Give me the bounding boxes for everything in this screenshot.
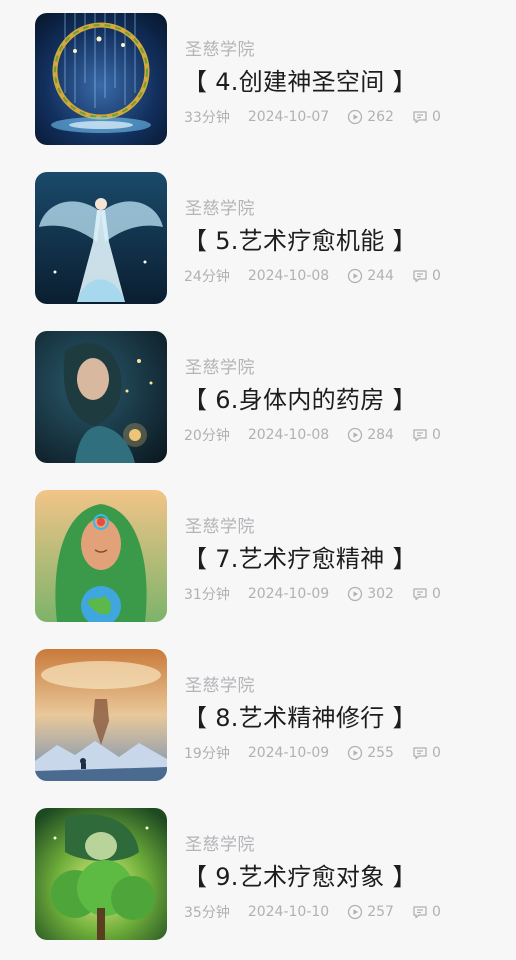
course-list: 圣慈学院 【 4.创建神圣空间 】 33分钟 2024-10-07 262 0 xyxy=(0,0,516,960)
publish-date: 2024-10-08 xyxy=(247,427,330,443)
course-title[interactable]: 【 6.身体内的药房 】 xyxy=(183,380,417,415)
dancing-woman-wings-image xyxy=(35,172,167,304)
comment-count: 0 xyxy=(431,904,441,920)
duration: 33分钟 xyxy=(184,110,230,126)
course-title[interactable]: 【 8.艺术精神修行 】 xyxy=(183,698,417,733)
comment-icon xyxy=(412,904,428,920)
view-count: 255 xyxy=(367,745,394,761)
course-item[interactable]: 圣慈学院 【 6.身体内的药房 】 20分钟 2024-10-08 284 0 xyxy=(0,319,516,478)
play-circle-icon xyxy=(347,427,363,443)
duration: 19分钟 xyxy=(184,746,230,762)
course-item[interactable]: 圣慈学院 【 4.创建神圣空间 】 33分钟 2024-10-07 262 0 xyxy=(0,1,516,160)
publish-date: 2024-10-09 xyxy=(247,745,330,761)
meta-row: 19分钟 2024-10-09 255 0 xyxy=(184,743,441,763)
author-label: 圣慈学院 xyxy=(185,676,255,696)
comment-count: 0 xyxy=(431,268,441,284)
meditation-mountains-image xyxy=(35,649,167,781)
publish-date: 2024-10-08 xyxy=(247,268,330,284)
view-count: 302 xyxy=(367,586,394,602)
comment-count: 0 xyxy=(431,745,441,761)
publish-date: 2024-10-10 xyxy=(247,904,330,920)
duration: 35分钟 xyxy=(184,905,230,921)
author-label: 圣慈学院 xyxy=(185,835,255,855)
publish-date: 2024-10-09 xyxy=(247,586,330,602)
meta-row: 33分钟 2024-10-07 262 0 xyxy=(184,107,441,127)
comment-icon xyxy=(412,586,428,602)
comment-icon xyxy=(412,427,428,443)
course-thumbnail[interactable] xyxy=(35,490,167,622)
meta-row: 31分钟 2024-10-09 302 0 xyxy=(184,584,441,604)
meta-row: 20分钟 2024-10-08 284 0 xyxy=(184,425,441,445)
duration: 31分钟 xyxy=(184,587,230,603)
duration: 24分钟 xyxy=(184,269,230,285)
author-label: 圣慈学院 xyxy=(185,199,255,219)
course-thumbnail[interactable] xyxy=(35,331,167,463)
glowing-woman-portrait-image xyxy=(35,331,167,463)
view-count: 244 xyxy=(367,268,394,284)
meta-row: 35分钟 2024-10-10 257 0 xyxy=(184,902,441,922)
view-count: 284 xyxy=(367,427,394,443)
author-label: 圣慈学院 xyxy=(185,517,255,537)
course-thumbnail[interactable] xyxy=(35,13,167,145)
green-tree-woman-image xyxy=(35,808,167,940)
view-count: 257 xyxy=(367,904,394,920)
comment-count: 0 xyxy=(431,109,441,125)
play-circle-icon xyxy=(347,109,363,125)
comment-count: 0 xyxy=(431,586,441,602)
course-thumbnail[interactable] xyxy=(35,172,167,304)
meta-row: 24分钟 2024-10-08 244 0 xyxy=(184,266,441,286)
course-title[interactable]: 【 9.艺术疗愈对象 】 xyxy=(183,857,417,892)
course-thumbnail[interactable] xyxy=(35,649,167,781)
course-title[interactable]: 【 7.艺术疗愈精神 】 xyxy=(183,539,417,574)
course-item[interactable]: 圣慈学院 【 9.艺术疗愈对象 】 35分钟 2024-10-10 257 0 xyxy=(0,796,516,955)
comment-icon xyxy=(412,268,428,284)
comment-count: 0 xyxy=(431,427,441,443)
author-label: 圣慈学院 xyxy=(185,358,255,378)
comment-icon xyxy=(412,745,428,761)
course-item[interactable]: 圣慈学院 【 7.艺术疗愈精神 】 31分钟 2024-10-09 302 0 xyxy=(0,478,516,637)
course-title[interactable]: 【 5.艺术疗愈机能 】 xyxy=(183,221,417,256)
goddess-earth-image xyxy=(35,490,167,622)
course-item[interactable]: 圣慈学院 【 5.艺术疗愈机能 】 24分钟 2024-10-08 244 0 xyxy=(0,160,516,319)
course-title[interactable]: 【 4.创建神圣空间 】 xyxy=(183,62,417,97)
play-circle-icon xyxy=(347,745,363,761)
play-circle-icon xyxy=(347,904,363,920)
course-thumbnail[interactable] xyxy=(35,808,167,940)
duration: 20分钟 xyxy=(184,428,230,444)
play-circle-icon xyxy=(347,268,363,284)
comment-icon xyxy=(412,109,428,125)
golden-wreath-portal-image xyxy=(35,13,167,145)
course-item[interactable]: 圣慈学院 【 8.艺术精神修行 】 19分钟 2024-10-09 255 0 xyxy=(0,637,516,796)
play-circle-icon xyxy=(347,586,363,602)
publish-date: 2024-10-07 xyxy=(247,109,330,125)
view-count: 262 xyxy=(367,109,394,125)
author-label: 圣慈学院 xyxy=(185,40,255,60)
